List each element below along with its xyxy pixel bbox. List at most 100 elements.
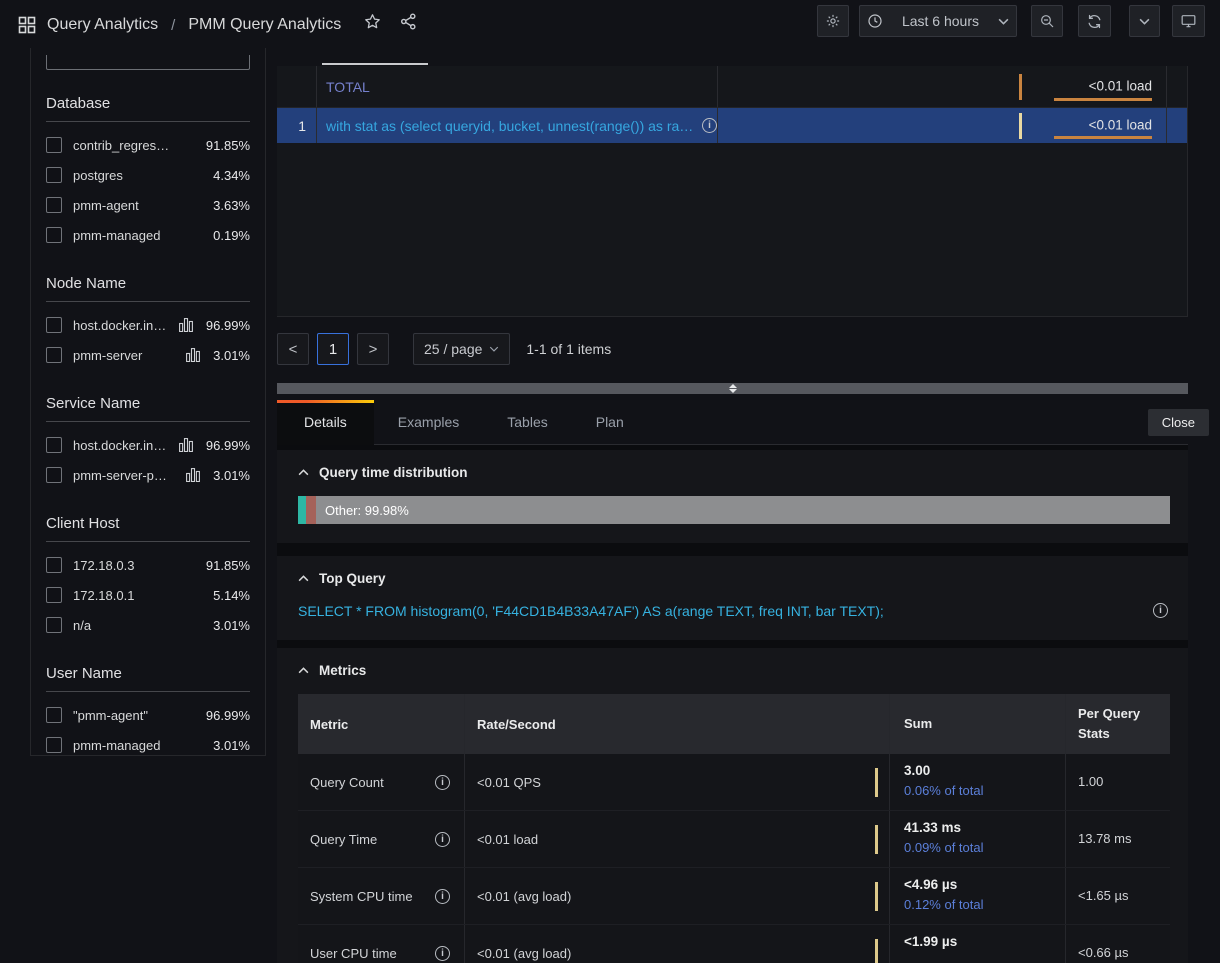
checkbox[interactable]	[46, 317, 62, 333]
filter-search-input[interactable]	[46, 55, 250, 70]
filter-percent: 3.01%	[213, 738, 250, 753]
metrics-panel: Metrics Metric Rate/Second Sum Per Query…	[277, 648, 1188, 963]
share-icon[interactable]	[400, 13, 417, 30]
filter-percent: 5.14%	[213, 588, 250, 603]
prev-page-button[interactable]: <	[277, 333, 309, 365]
tab-details[interactable]: Details	[277, 400, 374, 445]
breadcrumb: Query Analytics / PMM Query Analytics	[18, 16, 417, 34]
distribution-other-label: Other: 99.98%	[325, 503, 409, 518]
bar-chart-icon[interactable]	[186, 468, 200, 482]
breadcrumb-root[interactable]: Query Analytics	[47, 16, 158, 34]
metric-percent-of-total-link[interactable]: 0.06% of total	[904, 783, 1065, 798]
info-icon[interactable]	[435, 775, 450, 790]
chevron-down-icon	[489, 346, 499, 352]
checkbox[interactable]	[46, 167, 62, 183]
filter-label: pmm-managed	[73, 228, 202, 243]
checkbox[interactable]	[46, 707, 62, 723]
top-query-sql[interactable]: SELECT * FROM histogram(0, 'F44CD1B4B33A…	[298, 603, 1136, 619]
bar-chart-icon[interactable]	[179, 318, 193, 332]
info-icon[interactable]	[1153, 603, 1168, 618]
resize-splitter[interactable]	[277, 383, 1188, 394]
filter-item[interactable]: 172.18.0.1 5.14%	[46, 580, 250, 610]
filter-item[interactable]: pmm-server 3.01%	[46, 340, 250, 370]
page-size-value: 25 / page	[424, 341, 482, 357]
sum-sparkline	[875, 882, 878, 911]
checkbox[interactable]	[46, 617, 62, 633]
close-button[interactable]: Close	[1148, 409, 1209, 436]
star-icon[interactable]	[364, 13, 381, 30]
filter-item[interactable]: pmm-managed 3.01%	[46, 730, 250, 760]
bar-chart-icon[interactable]	[179, 438, 193, 452]
filter-item[interactable]: pmm-server-p… 3.01%	[46, 460, 250, 490]
tab-examples[interactable]: Examples	[374, 400, 483, 444]
filter-item[interactable]: host.docker.in… 96.99%	[46, 310, 250, 340]
distribution-segment-red	[306, 496, 316, 524]
section-header-top-query[interactable]: Top Query	[298, 556, 1170, 586]
next-page-button[interactable]: >	[357, 333, 389, 365]
filter-item[interactable]: pmm-managed 0.19%	[46, 220, 250, 250]
checkbox[interactable]	[46, 587, 62, 603]
query-fingerprint[interactable]: with stat as (select queryid, bucket, un…	[326, 118, 693, 134]
info-icon[interactable]	[435, 889, 450, 904]
total-label[interactable]: TOTAL	[326, 79, 370, 95]
current-page-button[interactable]: 1	[317, 333, 349, 365]
metric-rate: <0.01 (avg load)	[477, 946, 571, 961]
metric-sum: 41.33 ms	[904, 820, 1065, 835]
filter-section-client-host: 172.18.0.3 91.85% 172.18.0.1 5.14% n/a 3…	[46, 550, 250, 640]
section-header-metrics[interactable]: Metrics	[298, 648, 1170, 678]
filter-item[interactable]: contrib_regres… 91.85%	[46, 130, 250, 160]
section-title: Top Query	[319, 571, 386, 586]
filter-section-node-name: host.docker.in… 96.99% pmm-server 3.01%	[46, 310, 250, 370]
gear-icon	[825, 13, 841, 29]
info-icon[interactable]	[435, 946, 450, 961]
checkbox[interactable]	[46, 197, 62, 213]
filter-label: host.docker.in…	[73, 438, 168, 453]
filter-item[interactable]: postgres 4.34%	[46, 160, 250, 190]
section-header-distribution[interactable]: Query time distribution	[298, 450, 1170, 480]
time-range-picker[interactable]: Last 6 hours	[859, 5, 1017, 37]
filter-item[interactable]: pmm-agent 3.63%	[46, 190, 250, 220]
bar-chart-icon[interactable]	[186, 348, 200, 362]
checkbox[interactable]	[46, 737, 62, 753]
metric-name: System CPU time	[310, 889, 413, 904]
filter-percent: 96.99%	[206, 708, 250, 723]
filter-percent: 91.85%	[206, 138, 250, 153]
refresh-interval-dropdown[interactable]	[1129, 5, 1160, 37]
filter-percent: 3.01%	[213, 348, 250, 363]
metrics-row-query-count: Query Count <0.01 QPS 3.00 0.06% of tota…	[298, 754, 1170, 811]
page-size-select[interactable]: 25 / page	[413, 333, 510, 365]
clock-icon	[867, 13, 883, 29]
details-tabs: Details Examples Tables Plan	[277, 400, 1188, 445]
table-row-selected[interactable]: 1 with stat as (select queryid, bucket, …	[277, 108, 1187, 144]
zoom-out-icon	[1039, 13, 1055, 29]
breadcrumb-separator: /	[169, 17, 177, 34]
apps-grid-icon[interactable]	[18, 16, 36, 34]
info-icon[interactable]	[435, 832, 450, 847]
qan-page: Query Analytics / PMM Query Analytics	[0, 0, 1220, 963]
metric-percent-of-total-link[interactable]: 0.12% of total	[904, 897, 1065, 912]
table-total-row[interactable]: TOTAL <0.01 load	[277, 66, 1187, 108]
checkbox[interactable]	[46, 557, 62, 573]
dashboard-settings-button[interactable]	[817, 5, 849, 37]
checkbox[interactable]	[46, 347, 62, 363]
query-cell[interactable]: with stat as (select queryid, bucket, un…	[317, 108, 718, 143]
metric-percent-of-total-link[interactable]: 0.09% of total	[904, 840, 1065, 855]
metrics-table: Metric Rate/Second Sum Per Query Stats Q…	[298, 694, 1170, 963]
tab-plan[interactable]: Plan	[572, 400, 648, 444]
filter-label: host.docker.in…	[73, 318, 168, 333]
tab-tables[interactable]: Tables	[483, 400, 571, 444]
filter-item[interactable]: "pmm-agent" 96.99%	[46, 700, 250, 730]
filter-item[interactable]: 172.18.0.3 91.85%	[46, 550, 250, 580]
checkbox[interactable]	[46, 227, 62, 243]
kiosk-mode-button[interactable]	[1172, 5, 1205, 37]
zoom-out-button[interactable]	[1031, 5, 1063, 37]
info-icon[interactable]	[702, 118, 717, 133]
metric-rate: <0.01 QPS	[477, 775, 541, 790]
refresh-button[interactable]	[1078, 5, 1111, 37]
filter-label: pmm-server	[73, 348, 175, 363]
checkbox[interactable]	[46, 137, 62, 153]
checkbox[interactable]	[46, 467, 62, 483]
checkbox[interactable]	[46, 437, 62, 453]
filter-item[interactable]: host.docker.in… 96.99%	[46, 430, 250, 460]
filter-item[interactable]: n/a 3.01%	[46, 610, 250, 640]
